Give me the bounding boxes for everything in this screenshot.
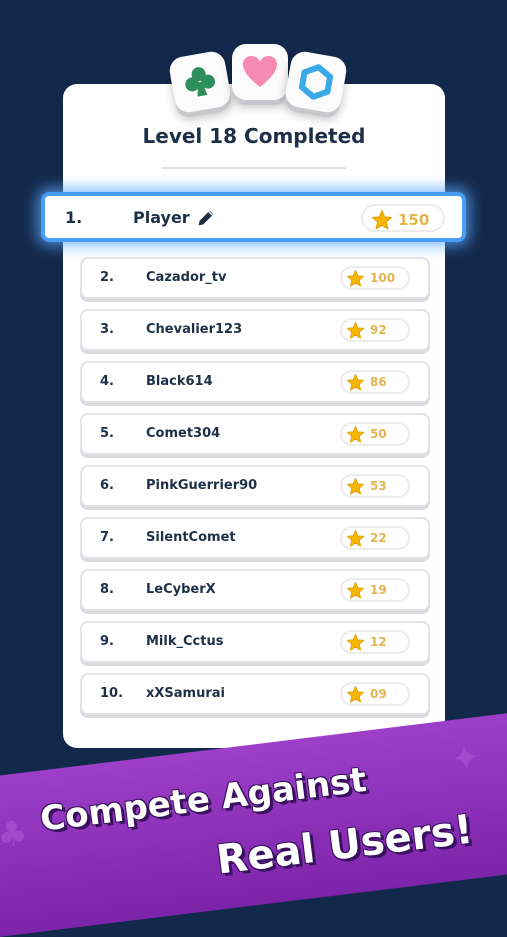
rank-number: 7. — [100, 530, 114, 545]
score-value: 53 — [370, 479, 387, 493]
game-tiles — [167, 44, 349, 115]
leaderboard-row[interactable]: 6. PinkGuerrier90 53 — [80, 465, 430, 507]
score-value: 09 — [370, 687, 387, 701]
score-value: 86 — [370, 375, 387, 389]
club-tile — [167, 49, 233, 115]
leaderboard-row[interactable]: 5. Comet304 50 — [80, 413, 430, 455]
heart-tile — [232, 44, 288, 100]
rank-number: 8. — [100, 582, 114, 597]
score-pill: 92 — [340, 318, 410, 342]
score-pill: 19 — [340, 578, 410, 602]
score-pill: 100 — [340, 266, 410, 290]
rank-number: 5. — [100, 426, 114, 441]
player-name: Milk_Cctus — [146, 634, 224, 649]
score-pill: 12 — [340, 630, 410, 654]
player-name: Comet304 — [146, 426, 221, 441]
hexagon-icon — [298, 64, 334, 100]
rank-number: 3. — [100, 322, 114, 337]
player-name: Cazador_tv — [146, 270, 227, 285]
player-rank: 1. — [65, 208, 83, 227]
player-name: Player — [133, 208, 190, 227]
heart-icon — [243, 56, 277, 87]
score-value: 92 — [370, 323, 387, 337]
star-icon — [346, 477, 365, 495]
leaderboard-row[interactable]: 3. Chevalier123 92 — [80, 309, 430, 351]
score-pill: 53 — [340, 474, 410, 498]
score-value: 19 — [370, 583, 387, 597]
score-pill: 22 — [340, 526, 410, 550]
star-icon — [346, 321, 365, 339]
rank-number: 4. — [100, 374, 114, 389]
rank-number: 9. — [100, 634, 114, 649]
leaderboard-row[interactable]: 9. Milk_Cctus 12 — [80, 621, 430, 663]
star-icon — [346, 529, 365, 547]
club-decoration-icon: ♣ — [0, 812, 30, 857]
player-name: PinkGuerrier90 — [146, 478, 258, 493]
star-icon — [346, 581, 365, 599]
player-name: xXSamurai — [146, 686, 225, 701]
hexagon-tile — [283, 49, 349, 115]
leaderboard-row[interactable]: 10. xXSamurai 09 — [80, 673, 430, 715]
player-name: Black614 — [146, 374, 213, 389]
leaderboard-row[interactable]: 8. LeCyberX 19 — [80, 569, 430, 611]
player-name: LeCyberX — [146, 582, 216, 597]
score-pill: 86 — [340, 370, 410, 394]
score-pill: 50 — [340, 422, 410, 446]
star-icon — [346, 425, 365, 443]
star-icon — [346, 685, 365, 703]
star-icon — [371, 209, 393, 230]
rank-number: 10. — [100, 686, 124, 701]
level-title: Level 18 Completed — [142, 124, 366, 148]
leaderboard-row[interactable]: 2. Cazador_tv 100 — [80, 257, 430, 299]
star-icon — [346, 269, 365, 287]
star-icon — [346, 633, 365, 651]
player-row[interactable]: 1. Player 150 — [41, 192, 466, 242]
score-value: 50 — [370, 427, 387, 441]
leaderboard-row[interactable]: 4. Black614 86 — [80, 361, 430, 403]
score-value: 12 — [370, 635, 387, 649]
star-decoration-icon: ✦ — [448, 737, 483, 781]
star-icon — [346, 373, 365, 391]
player-score: 150 — [398, 211, 430, 229]
leaderboard-row[interactable]: 7. SilentComet 22 — [80, 517, 430, 559]
score-value: 100 — [370, 271, 396, 285]
player-score-pill: 150 — [361, 204, 445, 232]
club-icon — [185, 67, 216, 97]
player-name: Chevalier123 — [146, 322, 243, 337]
pencil-icon[interactable] — [195, 207, 217, 229]
score-value: 22 — [370, 531, 387, 545]
rank-number: 6. — [100, 478, 114, 493]
title-divider — [162, 167, 346, 169]
score-pill: 09 — [340, 682, 410, 706]
player-name: SilentComet — [146, 530, 236, 545]
rank-number: 2. — [100, 270, 114, 285]
